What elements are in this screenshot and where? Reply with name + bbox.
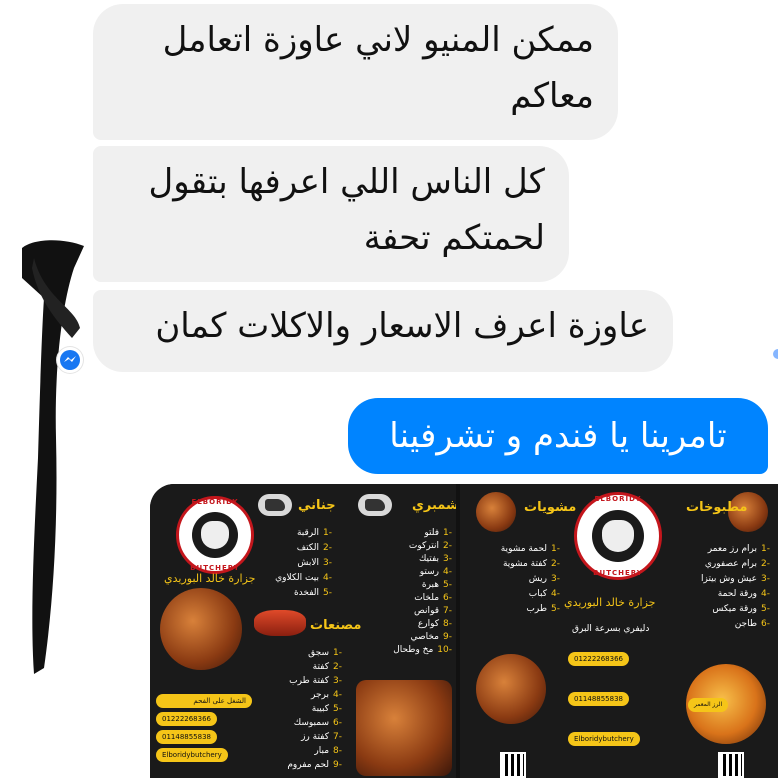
brand-ar: جزارة خالد البوريدي bbox=[564, 596, 656, 609]
phone-badge: 01222268366 bbox=[568, 652, 629, 666]
message-text: ممكن المنيو لاني عاوزة اتعامل معاكم bbox=[162, 20, 594, 116]
list-item: سمبوسك bbox=[293, 718, 330, 728]
list-item: كوارع bbox=[417, 619, 440, 629]
list-item: كبيبة bbox=[311, 704, 330, 714]
list-item: هبرة bbox=[421, 580, 440, 590]
grill-photo bbox=[160, 588, 242, 670]
qr-code-icon bbox=[500, 752, 526, 778]
menu-image[interactable]: ELBORIDY BUTCHERY جزارة خالد البوريدي ال… bbox=[150, 484, 778, 778]
facebook-badge: Elboridybutchery bbox=[156, 748, 228, 762]
list-item: رستو bbox=[419, 567, 440, 577]
incoming-message-1[interactable]: ممكن المنيو لاني عاوزة اتعامل معاكم bbox=[93, 4, 618, 140]
butchery-logo: ELBORIDY BUTCHERY bbox=[176, 496, 254, 574]
promo-badge: الشغل على الفحم bbox=[156, 694, 252, 708]
list-item: لحمة مشوية bbox=[500, 544, 548, 554]
brand-en-bottom: BUTCHERY bbox=[593, 569, 643, 577]
list-item: لحم مفروم bbox=[287, 760, 330, 770]
list-item: برام رز معمر bbox=[707, 544, 758, 554]
phone2-badge: 01148855838 bbox=[156, 730, 217, 744]
list-item: كفتة طرب bbox=[289, 676, 330, 686]
list-item: كفتة مشوية bbox=[502, 559, 548, 569]
items-list-d: -1 لحمة مشوية -2 كفتة مشوية -3 ريش -4 كباب -… bbox=[500, 544, 560, 614]
incoming-message-3[interactable]: عاوزة اعرف الاسعار والاكلات كمان bbox=[93, 290, 673, 372]
list-item: سجق bbox=[308, 648, 330, 658]
items-list-c: -1 سجق -2 كفتة -3 كفتة طرب -4 برجر -5 كبيبة -… bbox=[287, 648, 342, 770]
qr-code-icon bbox=[718, 752, 744, 778]
list-item: الكتف bbox=[296, 543, 320, 553]
items-list-a: -1 الرقبة -2 الكتف -3 الابش -4 بيت الكلاوي -… bbox=[275, 528, 332, 598]
items-list-e: -1 برام رز معمر -2 برام عصفوري -3 عيش وش بي… bbox=[700, 544, 770, 629]
list-item: كفتة bbox=[312, 662, 330, 672]
list-item: كفتة رز bbox=[301, 732, 330, 742]
brand-en-bottom: BUTCHERY bbox=[190, 564, 240, 572]
list-item: ريش bbox=[528, 574, 548, 584]
list-item: انتركوت bbox=[408, 541, 440, 551]
sausage-photo bbox=[254, 610, 306, 636]
list-item: بيت الكلاوي bbox=[275, 573, 320, 583]
list-item: ورقة لحمة bbox=[717, 589, 758, 599]
items-list-b: -1 فلتو -2 انتركوت -3 بفتيك -4 رستو -5 هبرة -… bbox=[393, 528, 452, 655]
delivery-text: دليفري بسرعة البرق bbox=[572, 624, 650, 634]
message-text: تامرينا يا فندم و تشرفينا bbox=[389, 416, 727, 456]
section-title-3: مصنعات bbox=[310, 618, 362, 633]
cow-icon bbox=[258, 494, 292, 516]
list-item: فلتو bbox=[424, 528, 440, 538]
meat-platter-photo bbox=[356, 680, 452, 776]
list-item: ورقة ميكس bbox=[712, 604, 758, 614]
menu-page-left: ELBORIDY BUTCHERY جزارة خالد البوريدي ال… bbox=[150, 484, 456, 778]
section-title-5: مطبوخات bbox=[686, 500, 748, 515]
list-item: الابش bbox=[297, 558, 320, 568]
list-item: عيش وش بيتزا bbox=[700, 574, 758, 584]
list-item: طرب bbox=[526, 604, 548, 614]
list-item: مبار bbox=[314, 746, 330, 756]
list-item: ملخات bbox=[414, 593, 440, 603]
menu-page-right: مشويات -1 لحمة مشوية -2 كفتة مشوية -3 ريش -… bbox=[460, 484, 778, 778]
list-item: الرقبة bbox=[296, 528, 320, 538]
list-item: قوانص bbox=[414, 606, 440, 616]
read-receipt-dot bbox=[773, 349, 778, 359]
cow-icon bbox=[358, 494, 392, 516]
list-item: مخاصي bbox=[410, 632, 440, 642]
brand-en-top: ELBORIDY bbox=[594, 495, 642, 503]
phone2-badge: 01148855838 bbox=[568, 692, 629, 706]
list-item: برام عصفوري bbox=[704, 559, 758, 569]
outgoing-message-1[interactable]: تامرينا يا فندم و تشرفينا bbox=[348, 398, 768, 474]
section-title-1: جناني bbox=[298, 498, 336, 513]
brand-ar: جزارة خالد البوريدي bbox=[164, 572, 256, 585]
list-item: كباب bbox=[528, 589, 548, 599]
section-title-4: مشويات bbox=[524, 500, 577, 515]
facebook-badge: Elboridybutchery bbox=[568, 732, 640, 746]
messenger-icon bbox=[57, 347, 83, 373]
grilled-meat-photo bbox=[476, 654, 546, 724]
butchery-logo: ELBORIDY BUTCHERY bbox=[574, 492, 662, 580]
phone-badge: 01222268366 bbox=[156, 712, 217, 726]
list-item: الفخدة bbox=[293, 588, 320, 598]
list-item: برجر bbox=[311, 690, 330, 700]
section-title-2: شمبري bbox=[412, 498, 456, 513]
promo-badge: الرز المعمر bbox=[688, 698, 729, 712]
list-item: مخ وطحال bbox=[393, 645, 434, 655]
list-item: بفتيك bbox=[418, 554, 440, 564]
brand-en-top: ELBORIDY bbox=[191, 498, 239, 506]
avatar-redacted bbox=[14, 238, 94, 680]
message-text: عاوزة اعرف الاسعار والاكلات كمان bbox=[155, 306, 649, 346]
list-item: طاجن bbox=[734, 619, 758, 629]
incoming-message-2[interactable]: كل الناس اللي اعرفها بتقول لحمتكم تحفة bbox=[93, 146, 569, 282]
message-text: كل الناس اللي اعرفها بتقول لحمتكم تحفة bbox=[148, 162, 545, 258]
skewer-photo bbox=[476, 492, 516, 532]
